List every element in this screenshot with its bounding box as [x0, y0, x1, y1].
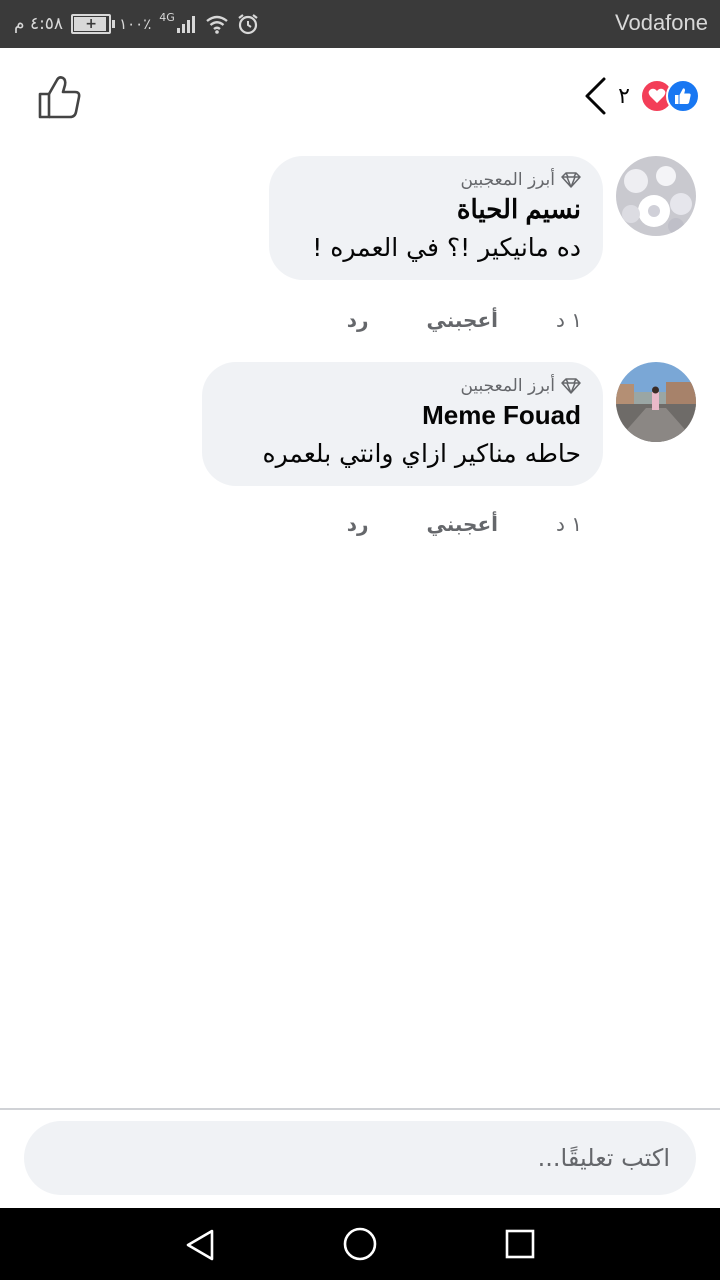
commenter-name[interactable]: Meme Fouad — [226, 400, 581, 431]
commenter-avatar[interactable] — [616, 362, 696, 442]
comment-text: ده مانيكير !؟ في العمره ! — [312, 233, 581, 262]
commenter-avatar[interactable] — [616, 156, 696, 236]
reactions-summary[interactable]: ٢ — [582, 74, 700, 118]
home-nav-icon[interactable] — [342, 1226, 378, 1262]
comment-bubble[interactable]: أبرز المعجبين نسيم الحياة ده مانيكير !؟ … — [269, 156, 603, 280]
like-reaction-icon — [666, 79, 700, 113]
back-arrow-icon[interactable] — [582, 76, 608, 116]
navigation-bar — [0, 1208, 720, 1280]
comment-time: ١ د — [555, 308, 582, 332]
status-icons: ٤:٥٨ م + ١٠٠٪ 4G — [14, 8, 259, 40]
badge-label: أبرز المعجبين — [460, 170, 555, 190]
like-post-button[interactable] — [36, 74, 84, 120]
comment-input[interactable]: اكتب تعليقًا... — [24, 1121, 696, 1195]
comment-bubble[interactable]: أبرز المعجبين Meme Fouad حاطه مناكير ازا… — [202, 362, 603, 486]
like-comment-link[interactable]: أعجبني — [426, 512, 498, 536]
comment-actions: ١ د أعجبني رد — [347, 308, 582, 332]
top-fan-badge: أبرز المعجبين — [226, 376, 581, 396]
wifi-icon — [206, 15, 228, 34]
battery-percent: ١٠٠٪ — [119, 15, 152, 33]
thumbs-up-outline-icon — [38, 76, 81, 119]
comment-input-placeholder: اكتب تعليقًا... — [537, 1144, 670, 1172]
divider — [0, 1108, 720, 1110]
network-type: 4G — [159, 10, 175, 24]
reply-comment-link[interactable]: رد — [347, 512, 369, 536]
flowers-photo — [616, 156, 696, 236]
diamond-icon — [561, 172, 581, 188]
badge-label: أبرز المعجبين — [460, 376, 555, 396]
comment-actions: ١ د أعجبني رد — [347, 512, 582, 536]
like-comment-link[interactable]: أعجبني — [426, 308, 498, 332]
outdoor-photo — [616, 362, 696, 442]
top-fan-badge: أبرز المعجبين — [293, 170, 581, 190]
comment-text: حاطه مناكير ازاي وانتي بلعمره — [262, 439, 581, 468]
reaction-count: ٢ — [618, 83, 630, 109]
recents-nav-icon[interactable] — [504, 1228, 536, 1260]
signal-icon — [176, 16, 195, 33]
comment-time: ١ د — [555, 512, 582, 536]
commenter-name[interactable]: نسيم الحياة — [293, 194, 581, 225]
status-bar: ٤:٥٨ م + ١٠٠٪ 4G Vodafone — [0, 0, 720, 48]
carrier-name: Vodafone — [615, 10, 708, 35]
time-text: ٤:٥٨ م — [14, 14, 64, 34]
alarm-icon — [238, 14, 258, 35]
back-nav-icon[interactable] — [184, 1228, 216, 1262]
reply-comment-link[interactable]: رد — [347, 308, 369, 332]
diamond-icon — [561, 378, 581, 394]
battery-icon: + — [71, 14, 116, 34]
